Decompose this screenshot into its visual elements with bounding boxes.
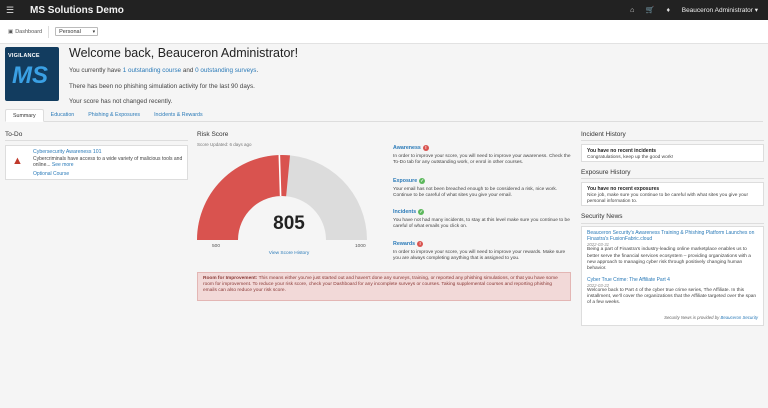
detail-rewards: Rewards! In order to improve your score,… — [393, 241, 571, 263]
welcome-outstanding: You currently have 1 outstanding course … — [69, 67, 298, 74]
detail-incidents: Incidents ✓ You have not had many inciden… — [393, 209, 571, 231]
shopping-cart-icon[interactable]: 🛒 — [646, 6, 655, 15]
divider — [581, 140, 764, 141]
outstanding-course-link[interactable]: 1 outstanding course — [123, 67, 181, 74]
menu-icon[interactable]: ☰ — [6, 5, 20, 16]
chevron-down-icon: ▾ — [754, 7, 758, 14]
logo-mark: MS — [12, 62, 48, 89]
todo-card: ▲ Cybersecurity Awareness 101 Cybercrimi… — [5, 145, 188, 180]
alert-icon: ! — [417, 241, 424, 247]
topbar-actions: ⌂ 🛒 ♦ Beauceron Administrator ▾ — [628, 0, 758, 20]
risk-score-value: 805 — [273, 213, 305, 234]
incident-body: Congratulations, keep up the good work! — [587, 155, 674, 160]
tab-incidents-rewards[interactable]: Incidents & Rewards — [147, 109, 210, 122]
course-title-link[interactable]: Cybersecurity Awareness 101 — [33, 149, 102, 155]
gauge-max-label: 1000 — [355, 244, 366, 249]
incident-history-box: You have no recent incidents Congratulat… — [581, 144, 764, 162]
user-name: Beauceron Administrator — [681, 7, 753, 14]
news-item-title[interactable]: Beauceron Security's Awareness Training … — [587, 230, 758, 242]
logo-tagline: VIGILANCE — [8, 53, 40, 59]
todo-heading: To-Do — [5, 131, 23, 138]
divider — [581, 178, 764, 179]
news-item-body: Being a part of Finastra's industry-lead… — [587, 247, 751, 272]
risk-score-heading: Risk Score — [197, 131, 229, 138]
check-icon: ✓ — [419, 178, 426, 184]
dashboard-icon: ▣ — [8, 28, 14, 35]
course-description: Cybercriminals have access to a wide var… — [33, 156, 183, 168]
exposure-history-box: You have no recent exposures Nice job, m… — [581, 182, 764, 206]
bell-icon[interactable]: ♦ — [664, 6, 673, 15]
tab-summary[interactable]: Summary — [5, 109, 44, 122]
detail-body: In order to improve your score, you will… — [393, 250, 566, 262]
detail-body: Your email has not been breached enough … — [393, 187, 558, 199]
detail-body: In order to improve your score, you will… — [393, 154, 571, 166]
news-footer: Security News is provided by Beauceron S… — [587, 315, 758, 320]
view-select-value: Personal — [59, 29, 81, 35]
detail-title: Awareness — [393, 145, 421, 151]
incident-title: You have no recent incidents — [587, 148, 657, 154]
welcome-score-text: Your score has not changed recently. — [69, 98, 173, 105]
dashboard-tabs: Summary Education Phishing & Exposures I… — [5, 109, 763, 122]
detail-title: Exposure — [393, 178, 418, 184]
score-updated: Score Updated: 6 days ago — [197, 142, 252, 147]
security-news-box: Beauceron Security's Awareness Training … — [581, 226, 764, 326]
optional-course-link[interactable]: Optional Course — [33, 171, 69, 177]
security-news-heading: Security News — [581, 213, 623, 220]
news-footer-text: Security News is provided by — [664, 314, 721, 320]
breadcrumb-bar: ▣ Dashboard Personal ▾ — [0, 20, 768, 44]
exposure-title: You have no recent exposures — [587, 186, 660, 192]
tab-phishing-exposures[interactable]: Phishing & Exposures — [81, 109, 147, 122]
exposure-history-heading: Exposure History — [581, 169, 631, 176]
detail-body: You have not had many incidents, to stay… — [393, 218, 570, 230]
outstanding-prefix: You currently have — [69, 67, 123, 74]
alert-icon: ! — [422, 145, 429, 151]
welcome-title: Welcome back, Beauceron Administrator! — [69, 46, 299, 60]
view-score-history-link[interactable]: View Score History — [243, 251, 335, 256]
view-select[interactable]: Personal ▾ — [55, 27, 99, 36]
improvement-text: This means either you've just started ou… — [203, 276, 558, 294]
company-logo: VIGILANCE MS — [5, 47, 59, 101]
welcome-panel: Welcome back, Beauceron Administrator! Y… — [69, 46, 298, 114]
divider — [5, 140, 188, 141]
graduation-cap-icon: ▲ — [12, 155, 23, 167]
divider — [48, 25, 50, 38]
exposure-body: Nice job, make sure you continue to be c… — [587, 193, 749, 204]
improvement-label: Room for Improvement: — [203, 276, 258, 281]
chevron-down-icon: ▾ — [92, 29, 96, 35]
outstanding-suffix: . — [256, 67, 259, 74]
divider — [581, 223, 764, 224]
check-icon: ✓ — [418, 209, 425, 215]
breadcrumb[interactable]: ▣ Dashboard — [8, 29, 42, 35]
app-title: MS Solutions Demo — [30, 4, 124, 16]
see-more-link[interactable]: See more — [52, 162, 74, 168]
gauge-min-label: 500 — [212, 244, 221, 249]
news-provider-link[interactable]: Beauceron Security — [721, 315, 759, 320]
welcome-phishing-text: There has been no phishing simulation ac… — [69, 82, 255, 90]
detail-title: Incidents — [393, 209, 417, 215]
detail-title: Rewards — [393, 241, 416, 247]
news-item-body: Welcome back to Part 4 of the cyber true… — [587, 287, 757, 306]
top-navbar: ☰ MS Solutions Demo ⌂ 🛒 ♦ Beauceron Admi… — [0, 0, 768, 20]
tab-education[interactable]: Education — [44, 109, 82, 122]
breadcrumb-label: Dashboard — [15, 28, 43, 35]
user-menu[interactable]: Beauceron Administrator ▾ — [682, 6, 758, 14]
improvement-alert: Room for Improvement: This means either … — [197, 272, 571, 301]
outstanding-surveys-link[interactable]: 0 outstanding surveys — [195, 67, 256, 74]
detail-awareness: Awareness! In order to improve your scor… — [393, 145, 571, 167]
outstanding-mid: and — [181, 67, 196, 74]
detail-exposure: Exposure ✓ Your email has not been breach… — [393, 178, 571, 200]
bank-icon[interactable]: ⌂ — [628, 6, 637, 15]
incident-history-heading: Incident History — [581, 131, 626, 138]
